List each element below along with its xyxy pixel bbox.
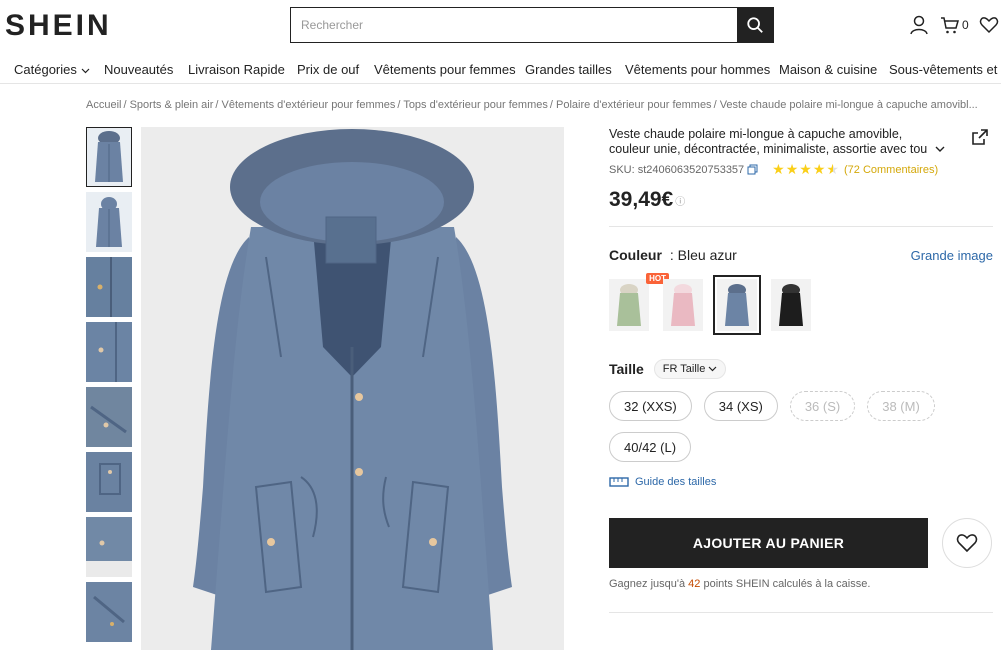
nav-item-prix-de-ouf[interactable]: Prix de ouf bbox=[297, 62, 359, 77]
size-guide-link[interactable]: Guide des tailles bbox=[609, 476, 993, 488]
size-type-select[interactable]: FR Taille bbox=[653, 359, 727, 379]
star-icon: ★ bbox=[812, 161, 827, 177]
breadcrumb: Accueil / Sports & plein air / Vêtements d… bbox=[86, 99, 978, 111]
points-prefix: Gagnez jusqu'à bbox=[609, 578, 686, 590]
chevron-down-icon bbox=[708, 366, 717, 372]
price-value: 39,49€ bbox=[609, 188, 674, 211]
size-option[interactable]: 34 (XS) bbox=[703, 391, 778, 421]
thumbnail-image[interactable] bbox=[86, 387, 132, 447]
sku-text: SKU: st2406063520753357 bbox=[609, 163, 745, 176]
size-option[interactable]: 32 (XXS) bbox=[609, 391, 692, 421]
color-label: Couleur bbox=[609, 247, 662, 263]
nav-item-maison-cuisine[interactable]: Maison & cuisine bbox=[779, 62, 877, 77]
search-button[interactable] bbox=[737, 8, 773, 42]
thumbnail-image[interactable] bbox=[86, 322, 132, 382]
size-guide-label: Guide des tailles bbox=[635, 476, 717, 488]
thumbnail-image[interactable] bbox=[86, 582, 132, 642]
thumbnail-image[interactable] bbox=[86, 257, 132, 317]
nav-item-grandes-tailles[interactable]: Grandes tailles bbox=[525, 62, 612, 77]
points-suffix: points SHEIN calculés à la caisse. bbox=[703, 578, 871, 590]
big-image-link[interactable]: Grande image bbox=[911, 248, 993, 263]
star-icon: ★ bbox=[799, 161, 813, 177]
points-number: 42 bbox=[688, 578, 701, 590]
copy-icon[interactable] bbox=[747, 164, 758, 175]
add-to-cart-button[interactable]: AJOUTER AU PANIER bbox=[609, 518, 928, 568]
coat-illustration bbox=[193, 129, 512, 650]
thumbnail-image[interactable] bbox=[86, 192, 132, 252]
cart-row: AJOUTER AU PANIER bbox=[609, 518, 993, 568]
color-swatch-blue[interactable] bbox=[713, 275, 761, 335]
color-swatch-pink[interactable] bbox=[663, 279, 703, 331]
shein-logo[interactable]: SHEIN bbox=[5, 9, 112, 43]
thumbnail-image[interactable] bbox=[86, 127, 132, 187]
reviews-link[interactable]: (72 Commentaires) bbox=[844, 164, 938, 176]
heart-icon bbox=[956, 534, 978, 553]
divider bbox=[609, 612, 993, 613]
color-swatch-green[interactable]: HOT bbox=[609, 273, 669, 331]
nav-item-sous-vetements[interactable]: Sous-vêtements et v bbox=[889, 62, 1001, 77]
points-info: Gagnez jusqu'à 42 points SHEIN calculés … bbox=[609, 578, 993, 590]
share-icon[interactable] bbox=[972, 129, 988, 145]
breadcrumb-item[interactable]: Sports & plein air bbox=[130, 99, 214, 111]
breadcrumb-item[interactable]: Polaire d'extérieur pour femmes bbox=[556, 99, 712, 111]
main-product-image[interactable] bbox=[141, 127, 564, 650]
header-icons: 0 bbox=[908, 14, 999, 36]
product-price: 39,49€ ⓘ bbox=[609, 188, 993, 212]
cart-icon[interactable] bbox=[940, 15, 960, 35]
breadcrumb-current: Veste chaude polaire mi-longue à capuche… bbox=[719, 99, 978, 111]
size-options: 32 (XXS) 34 (XS) 36 (S) 38 (M) 40/42 (L) bbox=[609, 391, 949, 462]
thumbnail-list bbox=[86, 127, 132, 647]
category-nav: Catégories Nouveautés Livraison Rapide P… bbox=[0, 54, 1001, 84]
color-swatches: HOT bbox=[609, 273, 993, 335]
cart-count: 0 bbox=[962, 18, 969, 32]
size-option[interactable]: 40/42 (L) bbox=[609, 432, 692, 462]
chevron-down-icon bbox=[81, 68, 89, 74]
size-row: Taille FR Taille bbox=[609, 359, 993, 379]
breadcrumb-item[interactable]: Accueil bbox=[86, 99, 121, 111]
nav-item-nouveautes[interactable]: Nouveautés bbox=[104, 62, 173, 77]
search-icon bbox=[747, 17, 763, 33]
nav-item-vetements-hommes[interactable]: Vêtements pour hommes bbox=[625, 62, 770, 77]
info-icon[interactable]: ⓘ bbox=[675, 197, 685, 208]
nav-item-vetements-femmes[interactable]: Vêtements pour femmes bbox=[374, 62, 516, 77]
wishlist-button[interactable] bbox=[942, 518, 992, 568]
nav-item-livraison-rapide[interactable]: Livraison Rapide bbox=[188, 62, 285, 77]
sku-row: SKU: st2406063520753357 ★ ★ ★ ★ ★ (72 Co… bbox=[609, 161, 993, 178]
size-option-unavailable[interactable]: 36 (S) bbox=[789, 391, 856, 421]
half-star-icon: ★ bbox=[826, 161, 840, 177]
breadcrumb-item[interactable]: Vêtements d'extérieur pour femmes bbox=[221, 99, 395, 111]
product-title: Veste chaude polaire mi-longue à capuche… bbox=[609, 127, 928, 156]
thumbnail-image[interactable] bbox=[86, 517, 132, 577]
size-label: Taille bbox=[609, 361, 644, 377]
search-bar bbox=[290, 7, 774, 43]
thumbnail-image[interactable] bbox=[86, 452, 132, 512]
star-icon: ★ bbox=[772, 161, 786, 177]
product-info: Veste chaude polaire mi-longue à capuche… bbox=[609, 127, 993, 613]
nav-item-categories[interactable]: Catégories bbox=[14, 62, 90, 77]
user-icon[interactable] bbox=[908, 14, 930, 36]
color-swatch-black[interactable] bbox=[771, 279, 811, 331]
size-type-value: FR Taille bbox=[662, 363, 706, 375]
heart-icon[interactable] bbox=[979, 15, 999, 35]
chevron-down-icon[interactable] bbox=[935, 146, 945, 153]
size-option-unavailable[interactable]: 38 (M) bbox=[867, 391, 935, 421]
search-input[interactable] bbox=[291, 8, 737, 42]
rating-stars: ★ ★ ★ ★ ★ bbox=[772, 161, 840, 178]
star-icon: ★ bbox=[785, 161, 800, 177]
color-row: Couleur : Bleu azur Grande image bbox=[609, 247, 993, 263]
divider bbox=[609, 226, 993, 227]
ruler-icon bbox=[609, 477, 629, 487]
color-value: : Bleu azur bbox=[669, 247, 737, 263]
site-header: SHEIN 0 bbox=[0, 0, 1001, 50]
breadcrumb-item[interactable]: Tops d'extérieur pour femmes bbox=[403, 99, 548, 111]
